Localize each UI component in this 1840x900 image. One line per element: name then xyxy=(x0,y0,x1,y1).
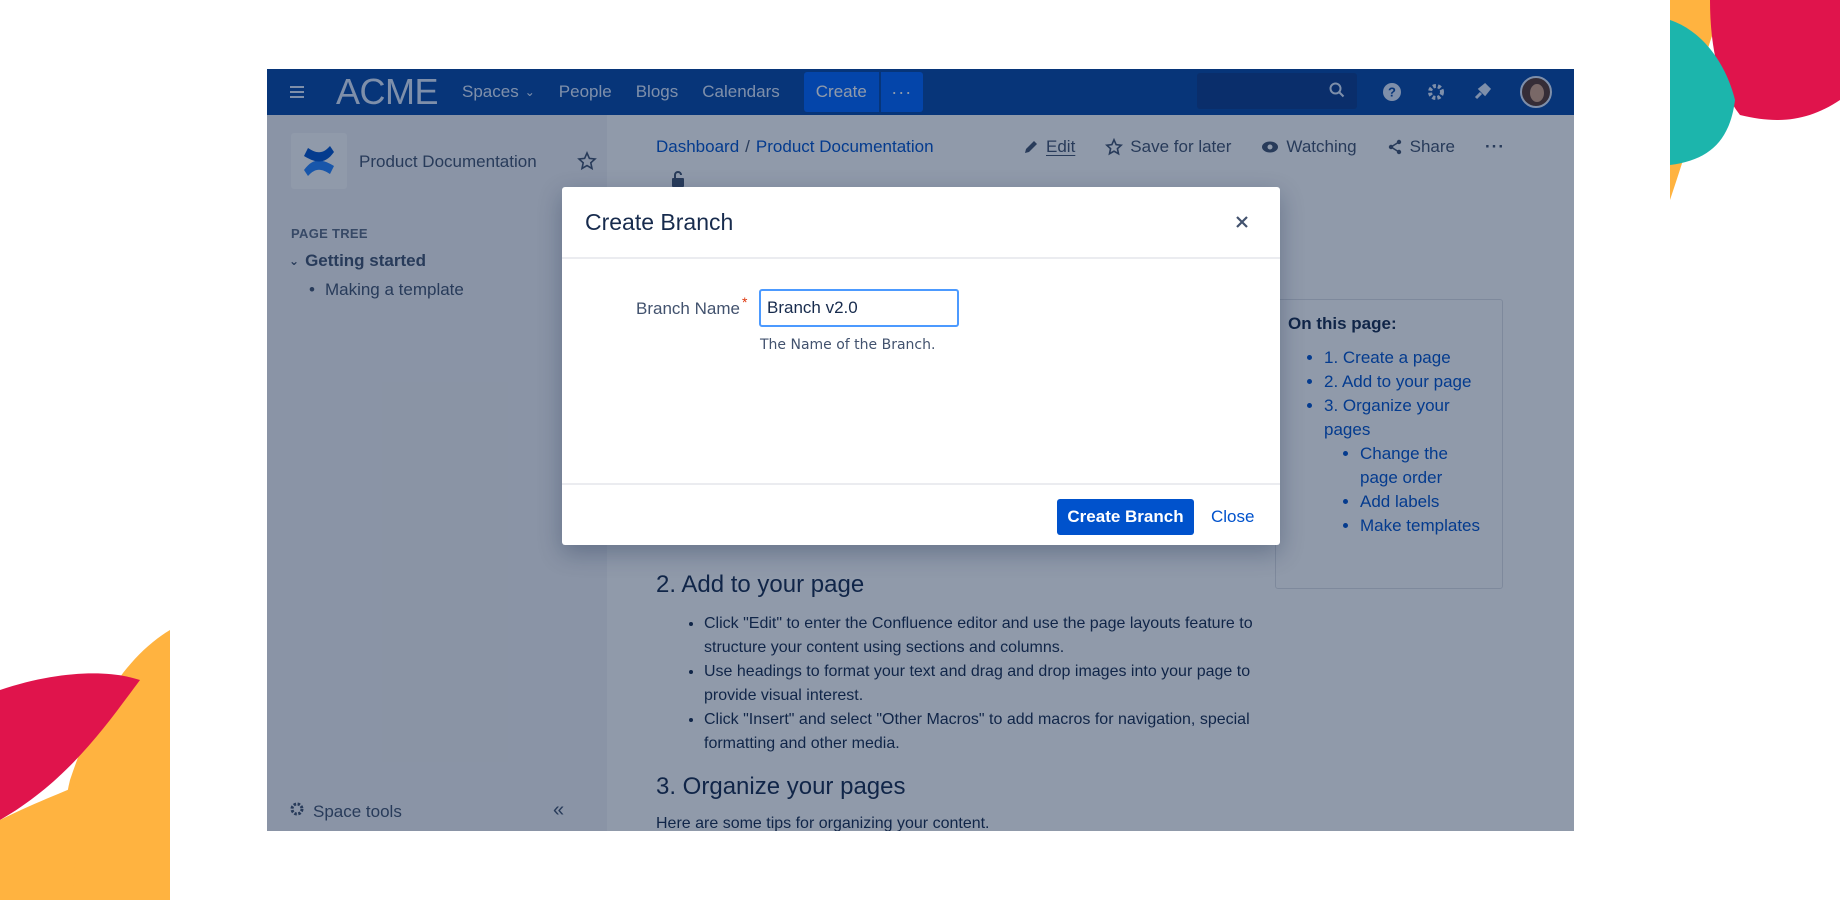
create-branch-dialog: Create Branch Branch Name * The Name of … xyxy=(562,187,1280,545)
dialog-title: Create Branch xyxy=(585,209,734,235)
dialog-footer-divider xyxy=(562,483,1280,485)
branch-name-input[interactable] xyxy=(759,289,959,327)
create-branch-button[interactable]: Create Branch xyxy=(1057,499,1194,535)
branch-name-help: The Name of the Branch. xyxy=(760,337,936,353)
close-button[interactable]: Close xyxy=(1211,507,1254,527)
close-icon[interactable] xyxy=(1231,211,1253,233)
decorative-shape-right xyxy=(1670,0,1840,900)
required-indicator: * xyxy=(742,294,748,310)
branch-name-label: Branch Name xyxy=(636,299,740,318)
decorative-shape-left xyxy=(0,0,170,900)
dialog-header-divider xyxy=(562,257,1280,259)
confluence-window: ACME Spaces ⌄ People Blogs Calendars Cre… xyxy=(267,69,1574,831)
